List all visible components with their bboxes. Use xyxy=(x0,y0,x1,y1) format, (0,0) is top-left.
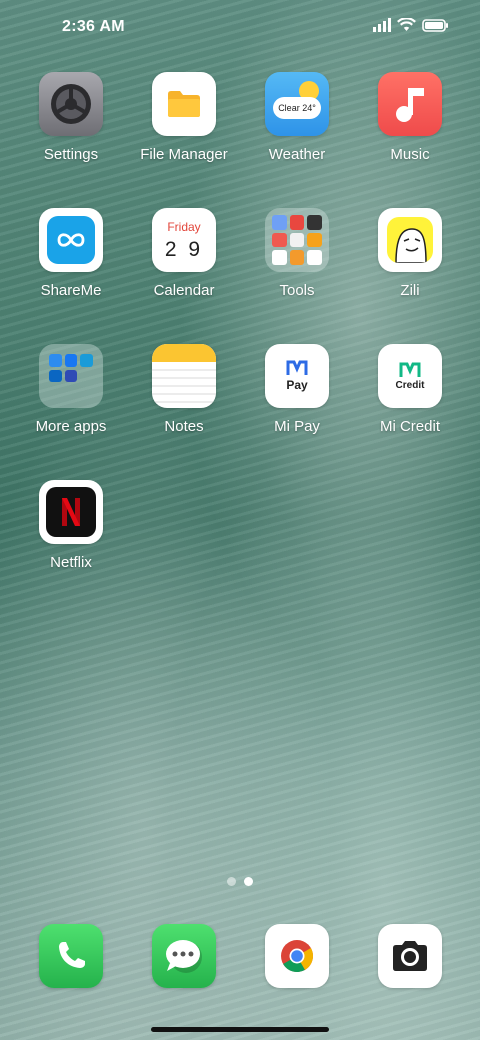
mi-credit-text: Credit xyxy=(395,379,425,391)
home-indicator[interactable] xyxy=(151,1027,329,1032)
browser-mini-icon xyxy=(80,354,93,367)
app-music[interactable]: Music xyxy=(354,72,466,163)
phone-icon[interactable] xyxy=(39,924,103,988)
app-shareme[interactable]: ShareMe xyxy=(15,208,127,299)
app-file-manager[interactable]: File Manager xyxy=(128,72,240,163)
app-mi-pay[interactable]: Pay Mi Pay xyxy=(241,344,353,435)
store-mini-icon xyxy=(49,354,62,367)
mi-pay-icon: Pay xyxy=(265,344,329,408)
notes-mini-icon xyxy=(289,232,305,248)
app-zili[interactable]: Zili xyxy=(354,208,466,299)
messages-icon[interactable] xyxy=(152,924,216,988)
netflix-icon xyxy=(39,480,103,544)
signal-icon xyxy=(373,18,391,37)
calendar-icon: Friday 2 9 xyxy=(152,208,216,272)
calendar-date: 2 9 xyxy=(164,237,204,261)
weather-icon: Clear 24° xyxy=(265,72,329,136)
music-note-icon xyxy=(378,72,442,136)
wifi-icon xyxy=(397,17,416,37)
app-label: Weather xyxy=(268,146,326,163)
status-time: 2:36 AM xyxy=(62,18,125,35)
app-mini-icon xyxy=(64,369,78,383)
app-label: Tools xyxy=(279,282,315,299)
linkedin-mini-icon xyxy=(49,369,62,383)
scanner-mini-icon xyxy=(272,250,287,265)
folder-icon xyxy=(152,72,216,136)
clock-mini-icon xyxy=(307,215,322,230)
zili-icon xyxy=(378,208,442,272)
app-mi-credit[interactable]: Credit Mi Credit xyxy=(354,344,466,435)
camera-icon[interactable] xyxy=(378,924,442,988)
app-label: Settings xyxy=(43,146,99,163)
app-label: File Manager xyxy=(140,146,228,163)
app-label: More apps xyxy=(35,418,107,435)
mi-pay-text: Pay xyxy=(286,378,308,392)
page-dot[interactable] xyxy=(227,877,236,886)
settings-icon xyxy=(39,72,103,136)
app-label: Netflix xyxy=(50,554,92,571)
folder-more-apps[interactable]: More apps xyxy=(15,344,127,435)
app-notes[interactable]: Notes xyxy=(128,344,240,435)
mi-credit-icon: Credit xyxy=(378,344,442,408)
shareme-icon xyxy=(39,208,103,272)
app-label: Mi Pay xyxy=(274,418,320,435)
app-label: Music xyxy=(390,146,430,163)
notes-icon xyxy=(152,344,216,408)
app-weather[interactable]: Clear 24° Weather xyxy=(241,72,353,163)
calendar-day: Friday xyxy=(167,219,201,234)
app-label: Notes xyxy=(164,418,204,435)
app-label: Zili xyxy=(400,282,420,299)
battery-icon xyxy=(422,18,448,37)
status-icons xyxy=(373,17,448,37)
more-apps-folder-icon xyxy=(39,344,103,408)
gallery-mini-icon xyxy=(272,232,287,248)
app-netflix[interactable]: Netflix xyxy=(15,480,127,571)
recorder-mini-icon xyxy=(307,232,322,248)
facebook-mini-icon xyxy=(64,354,78,367)
app-label: ShareMe xyxy=(40,282,102,299)
compass-mini-icon xyxy=(289,250,305,265)
contacts-mini-icon xyxy=(272,215,287,230)
page-dot-active[interactable] xyxy=(244,877,253,886)
app-settings[interactable]: Settings xyxy=(15,72,127,163)
calculator-mini-icon xyxy=(289,215,305,230)
chrome-icon[interactable] xyxy=(265,924,329,988)
app-calendar[interactable]: Friday 2 9 Calendar xyxy=(128,208,240,299)
page-indicator xyxy=(227,877,253,886)
tools-folder-icon xyxy=(265,208,329,272)
status-bar: 2:36 AM xyxy=(0,0,480,56)
app-label: Calendar xyxy=(153,282,215,299)
weather-badge: Clear 24° xyxy=(273,97,321,119)
app-label: Mi Credit xyxy=(379,418,440,435)
folder-tools[interactable]: Tools xyxy=(241,208,353,299)
security-mini-icon xyxy=(307,250,322,265)
